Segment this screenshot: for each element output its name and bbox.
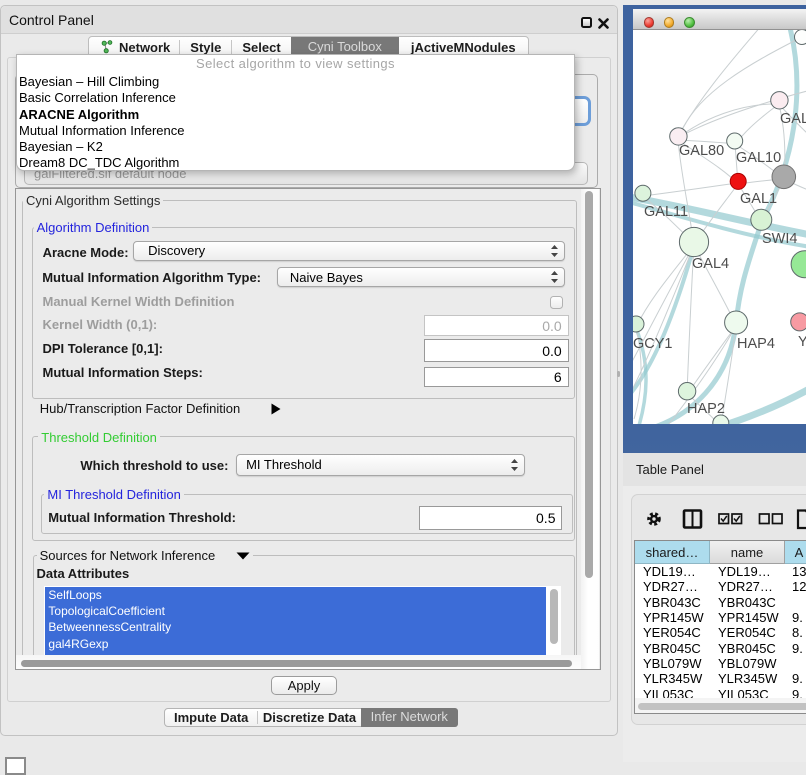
svg-text:Y: Y	[798, 334, 806, 350]
svg-text:GCY1: GCY1	[633, 336, 673, 352]
svg-text:HAP4: HAP4	[737, 336, 775, 352]
svg-text:GAL1: GAL1	[740, 191, 777, 207]
svg-text:GAL4: GAL4	[692, 256, 729, 272]
svg-text:GAL80: GAL80	[679, 143, 724, 159]
svg-text:SWI4: SWI4	[762, 231, 797, 247]
svg-text:GAL10: GAL10	[736, 150, 781, 166]
svg-text:GAL11: GAL11	[644, 204, 688, 220]
svg-text:HAP2: HAP2	[687, 401, 725, 417]
svg-text:GAL2: GAL2	[780, 111, 806, 127]
